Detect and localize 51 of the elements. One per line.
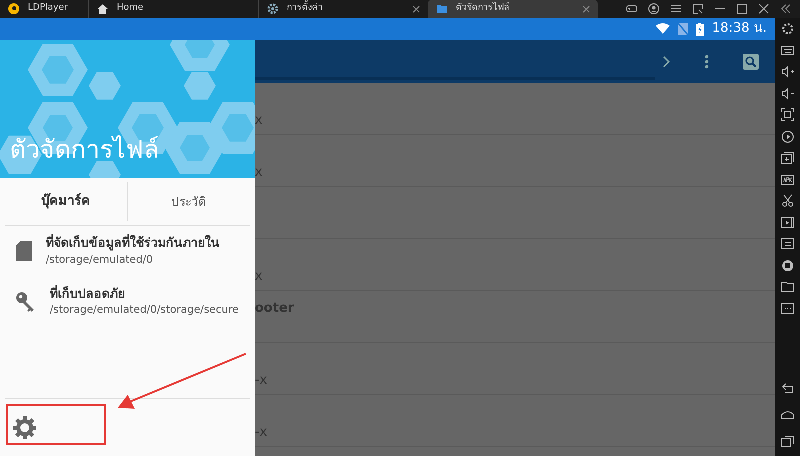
more-options-icon[interactable] [705,54,709,68]
gamepad-icon[interactable] [626,3,638,15]
location-name: ที่จัดเก็บข้อมูลที่ใช้ร่วมกันภายใน [46,234,220,253]
recent-apps-icon[interactable] [780,434,794,448]
video-icon[interactable] [780,216,794,230]
logo-icon [8,3,20,15]
volume-down-icon[interactable] [780,86,794,100]
wifi-icon [656,23,670,35]
chevron-right-icon[interactable] [663,56,671,68]
key-icon [16,292,36,312]
no-sim-icon [678,23,688,35]
tab-label: ตัวจัดการไฟล์ [456,2,510,16]
close-icon[interactable] [758,3,770,15]
window-resize-icon[interactable] [692,3,704,15]
maximize-icon[interactable] [736,3,748,15]
user-icon[interactable] [648,3,660,15]
location-path: /storage/emulated/0/storage/secure [50,303,239,318]
search-icon[interactable] [743,54,759,70]
fullscreen-icon[interactable] [780,108,794,122]
volume-up-icon[interactable] [780,65,794,79]
record-icon[interactable] [780,130,794,144]
window-tab[interactable]: LDPlayer [0,0,88,18]
status-time: 18:38 น. [712,20,767,38]
settings-icon[interactable] [13,416,37,440]
folder-icon[interactable] [780,280,794,294]
back-icon[interactable] [780,382,794,396]
tab-label: การตั้งค่า [287,2,323,16]
battery-charging-icon [696,22,704,36]
gear-icon [267,3,279,15]
location-path: /storage/emulated/0 [46,252,154,268]
folder-icon [436,3,448,15]
settings-icon[interactable] [780,22,794,36]
close-icon[interactable] [413,6,420,12]
location-name: ที่เก็บปลอดภัย [50,284,126,302]
storage-location[interactable]: ที่เก็บปลอดภัย /storage/emulated/0/storage/secure [0,284,255,319]
home-icon [97,3,109,15]
scissors-icon[interactable] [780,194,794,208]
more-icon[interactable] [780,302,794,316]
drawer-tab[interactable]: ประวัติ [127,182,250,221]
window-tab[interactable]: ตัวจัดการไฟล์ [428,0,598,18]
apk-icon[interactable] [780,172,794,186]
tab-label: LDPlayer [28,2,68,16]
menu-icon[interactable] [670,3,682,15]
add-window-icon[interactable] [780,151,794,165]
collapse-icon[interactable] [780,3,792,15]
storage-location[interactable]: ที่จัดเก็บข้อมูลที่ใช้ร่วมกันภายใน /storage/emulated/0 [0,234,255,268]
sd-card-icon [16,241,32,262]
keyboard-icon[interactable] [780,44,794,58]
close-icon[interactable] [583,6,590,12]
tab-label: Home [117,2,144,16]
drawer-tab[interactable]: บุ๊คมาร์ค [5,178,127,225]
